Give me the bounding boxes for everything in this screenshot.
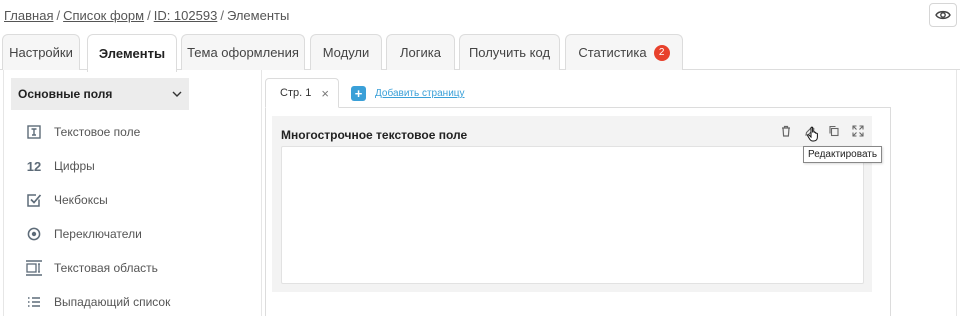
tab-label: Статистика bbox=[578, 45, 647, 60]
tab-elements[interactable]: Элементы bbox=[87, 34, 177, 72]
list-icon bbox=[24, 292, 44, 312]
sidebar: Основные поля Текстовое поле 12 Цифры Че… bbox=[4, 70, 262, 316]
multiline-textarea[interactable] bbox=[281, 146, 864, 284]
tab-modules[interactable]: Модули bbox=[310, 34, 382, 70]
add-page-link[interactable]: + Добавить страницу bbox=[351, 86, 465, 101]
textarea-icon bbox=[24, 258, 44, 278]
radio-icon bbox=[24, 224, 44, 244]
sidebar-item-checkboxes[interactable]: Чекбоксы bbox=[24, 189, 108, 211]
breadcrumb-home-link[interactable]: Главная bbox=[4, 8, 53, 23]
delete-button[interactable] bbox=[778, 122, 794, 140]
chevron-down-icon bbox=[172, 91, 182, 97]
breadcrumb-id-link[interactable]: ID: 102593 bbox=[154, 8, 218, 23]
tab-theme[interactable]: Тема оформления bbox=[181, 34, 305, 70]
hand-cursor-icon bbox=[807, 126, 818, 142]
tab-label: Модули bbox=[322, 45, 370, 60]
page-tab-1[interactable]: Стр. 1 × bbox=[265, 78, 339, 108]
numbers-icon: 12 bbox=[26, 158, 42, 174]
plus-icon: + bbox=[351, 86, 366, 101]
notification-badge: 2 bbox=[653, 44, 670, 61]
tab-label: Элементы bbox=[98, 46, 166, 61]
section-title: Основные поля bbox=[18, 87, 113, 101]
main-tabs: Настройки Элементы Тема оформления Модул… bbox=[0, 32, 960, 72]
text-field-icon bbox=[24, 122, 44, 142]
tab-logic[interactable]: Логика bbox=[386, 34, 455, 70]
copy-button[interactable] bbox=[826, 122, 842, 140]
edit-tooltip: Редактировать bbox=[803, 146, 883, 163]
sidebar-item-label: Текстовое поле bbox=[54, 125, 141, 139]
breadcrumb-separator: / bbox=[147, 8, 151, 23]
sidebar-item-radios[interactable]: Переключатели bbox=[24, 223, 142, 245]
breadcrumb-separator: / bbox=[56, 8, 61, 23]
form-field-block[interactable]: Многострочное текстовое поле bbox=[272, 116, 872, 292]
tab-get-code[interactable]: Получить код bbox=[459, 34, 560, 70]
close-icon[interactable]: × bbox=[321, 86, 329, 101]
field-title: Многострочное текстовое поле bbox=[281, 128, 468, 142]
expand-icon bbox=[852, 125, 864, 137]
breadcrumb: Главная / Список форм / ID: 102593/Элементы bbox=[4, 8, 289, 23]
tab-statistics[interactable]: Статистика 2 bbox=[565, 34, 683, 70]
sidebar-item-text-field[interactable]: Текстовое поле bbox=[24, 121, 140, 143]
tab-label: Получить код bbox=[468, 45, 551, 60]
sidebar-section-header[interactable]: Основные поля bbox=[11, 78, 189, 110]
breadcrumb-separator: / bbox=[220, 8, 224, 23]
main-content: Основные поля Текстовое поле 12 Цифры Че… bbox=[3, 70, 957, 316]
breadcrumb-forms-link[interactable]: Список форм bbox=[63, 8, 144, 23]
tab-label: Настройки bbox=[9, 45, 73, 60]
preview-button[interactable] bbox=[929, 3, 957, 27]
sidebar-item-label: Чекбоксы bbox=[54, 193, 108, 207]
sidebar-item-textarea[interactable]: Текстовая область bbox=[24, 257, 158, 279]
tab-label: Тема оформления bbox=[187, 45, 299, 60]
page-tab-label: Стр. 1 bbox=[280, 87, 312, 99]
tab-settings[interactable]: Настройки bbox=[2, 34, 80, 70]
delete-icon bbox=[782, 125, 790, 137]
sidebar-item-label: Выпадающий список bbox=[54, 295, 171, 309]
eye-icon bbox=[935, 10, 951, 20]
expand-button[interactable] bbox=[850, 122, 866, 140]
breadcrumb-current: Элементы bbox=[226, 8, 290, 23]
sidebar-item-dropdown[interactable]: Выпадающий список bbox=[24, 291, 170, 313]
sidebar-item-numbers[interactable]: 12 Цифры bbox=[24, 155, 95, 177]
sidebar-item-label: Цифры bbox=[54, 159, 95, 173]
sidebar-item-label: Текстовая область bbox=[54, 261, 158, 275]
sidebar-item-label: Переключатели bbox=[54, 227, 142, 241]
add-page-label: Добавить страницу bbox=[375, 88, 465, 99]
tab-label: Логика bbox=[400, 45, 441, 60]
copy-icon bbox=[829, 125, 839, 137]
checkbox-icon bbox=[24, 190, 44, 210]
